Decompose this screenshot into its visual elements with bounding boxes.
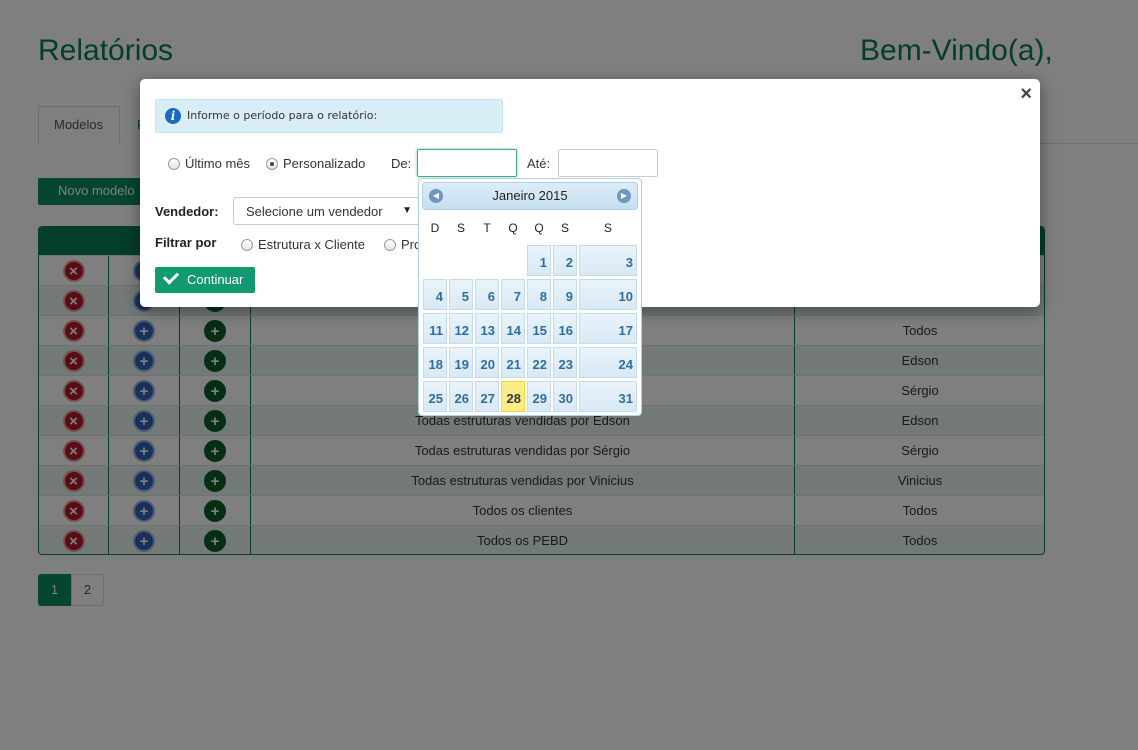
calendar-day[interactable]: 5 [449, 279, 473, 310]
datepicker-month-year: Janeiro 2015 [492, 188, 568, 203]
info-alert: i Informe o período para o relatório: [155, 99, 503, 133]
calendar-day[interactable]: 15 [527, 313, 551, 344]
radio-last-month[interactable] [168, 158, 180, 170]
calendar-day[interactable]: 30 [553, 381, 577, 412]
from-date-input[interactable] [417, 149, 517, 177]
calendar-day[interactable]: 27 [475, 381, 499, 412]
calendar-day[interactable]: 11 [423, 313, 447, 344]
calendar-day[interactable]: 9 [553, 279, 577, 310]
continue-button[interactable]: Continuar [155, 267, 255, 293]
calendar-day[interactable]: 25 [423, 381, 447, 412]
seller-select[interactable]: Selecione um vendedor ▼ [233, 197, 421, 225]
calendar-day[interactable]: 19 [449, 347, 473, 378]
to-label: Até: [527, 156, 551, 171]
calendar-day[interactable]: 6 [475, 279, 499, 310]
calendar-day[interactable]: 21 [501, 347, 525, 378]
radio-custom-label[interactable]: Personalizado [283, 156, 365, 171]
calendar-day[interactable]: 16 [553, 313, 577, 344]
calendar-day[interactable]: 31 [579, 381, 637, 412]
calendar-day[interactable]: 29 [527, 381, 551, 412]
calendar-day[interactable]: 1 [527, 245, 551, 276]
datepicker-header: ◀ Janeiro 2015 ▶ [422, 182, 638, 210]
check-icon [162, 268, 180, 285]
weekday-header: D [430, 221, 440, 235]
weekday-header: Q [508, 221, 518, 235]
calendar-day[interactable]: 13 [475, 313, 499, 344]
prev-month-icon[interactable]: ◀ [429, 189, 443, 203]
calendar-day[interactable]: 24 [579, 347, 637, 378]
calendar-day[interactable]: 4 [423, 279, 447, 310]
calendar-day[interactable]: 17 [579, 313, 637, 344]
seller-label: Vendedor: [155, 204, 219, 219]
calendar-day[interactable]: 3 [579, 245, 637, 276]
calendar-day[interactable]: 12 [449, 313, 473, 344]
filter-label: Filtrar por [155, 235, 217, 250]
calendar-day[interactable]: 20 [475, 347, 499, 378]
seller-select-value: Selecione um vendedor [246, 204, 383, 219]
close-icon[interactable]: × [1020, 83, 1032, 106]
calendar-day[interactable]: 2 [553, 245, 577, 276]
weekday-header: T [483, 221, 491, 235]
calendar-day[interactable]: 14 [501, 313, 525, 344]
radio-structure-client[interactable] [241, 239, 253, 251]
weekday-header: S [456, 221, 465, 235]
calendar-day[interactable]: 26 [449, 381, 473, 412]
continue-button-label: Continuar [187, 272, 244, 287]
calendar-day[interactable]: 18 [423, 347, 447, 378]
radio-structure-client-label[interactable]: Estrutura x Cliente [258, 237, 365, 252]
info-text: Informe o período para o relatório: [187, 109, 378, 122]
weekday-header: Q [534, 221, 544, 235]
info-icon: i [165, 108, 181, 124]
calendar-day[interactable]: 7 [501, 279, 525, 310]
calendar-day[interactable]: 10 [579, 279, 637, 310]
weekday-header: S [603, 221, 612, 235]
from-label: De: [391, 156, 412, 171]
to-date-input[interactable] [558, 149, 658, 177]
caret-down-icon: ▼ [402, 205, 412, 216]
calendar-day[interactable]: 22 [527, 347, 551, 378]
radio-custom[interactable] [266, 158, 278, 170]
calendar-day[interactable]: 28 [501, 381, 525, 412]
calendar-day[interactable]: 8 [527, 279, 551, 310]
datepicker: ◀ Janeiro 2015 ▶ D S T Q Q S S 1 2 3 4 5 6 7 8 9 10 11 12 1… [418, 178, 642, 416]
radio-filter-option-2[interactable] [384, 239, 396, 251]
calendar-day[interactable]: 23 [553, 347, 577, 378]
radio-last-month-label[interactable]: Último mês [185, 156, 250, 171]
next-month-icon[interactable]: ▶ [617, 189, 631, 203]
weekday-header: S [560, 221, 569, 235]
